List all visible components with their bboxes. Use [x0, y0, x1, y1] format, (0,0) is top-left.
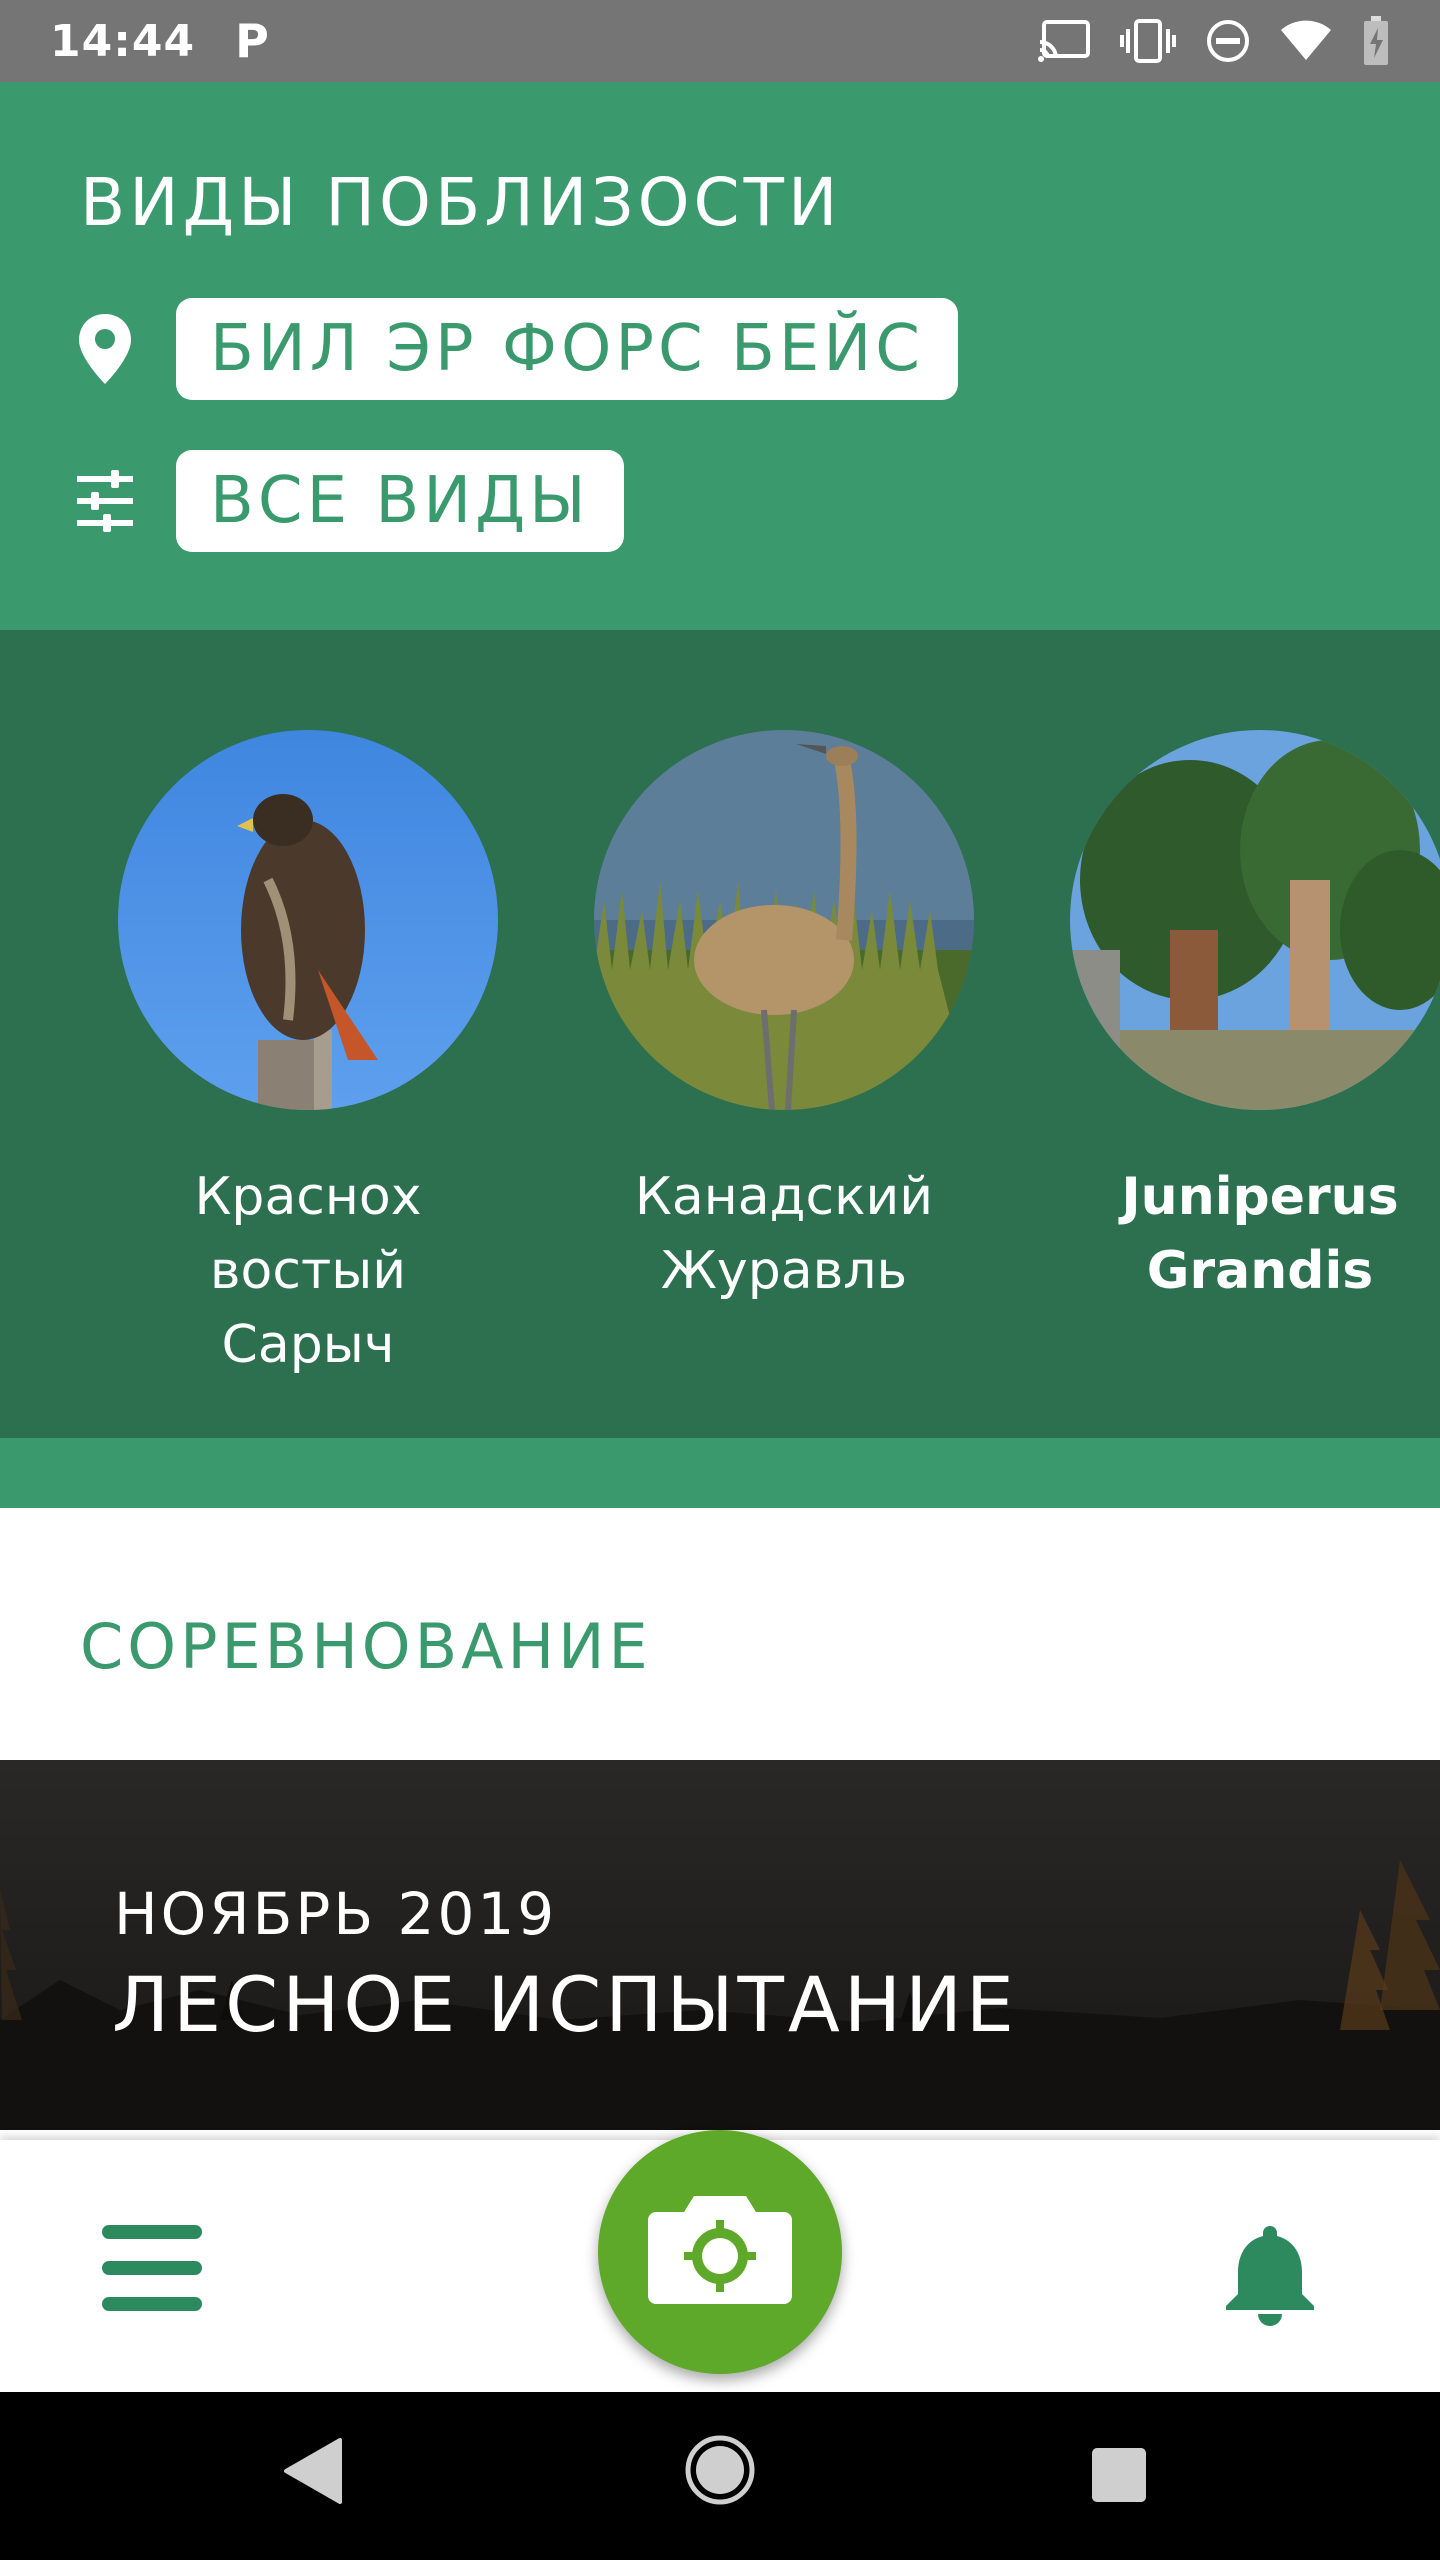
- recent-apps-icon[interactable]: [1090, 2446, 1148, 2508]
- species-card[interactable]: Канадский Журавль: [594, 730, 974, 1308]
- nearby-header: ВИДЫ ПОБЛИЗОСТИ БИЛ ЭР ФОРС БЕЙС ВСЕ ВИД…: [0, 82, 1440, 630]
- hamburger-menu-icon: [102, 2225, 202, 2315]
- location-row: БИЛ ЭР ФОРС БЕЙС: [74, 298, 958, 400]
- cast-icon: [1038, 20, 1090, 62]
- page-title: ВИДЫ ПОБЛИЗОСТИ: [80, 164, 842, 241]
- do-not-disturb-icon: [1206, 19, 1250, 63]
- header-bottom-strip: [0, 1438, 1440, 1508]
- challenge-title: ЛЕСНОЕ ИСПЫТАНИЕ: [112, 1960, 1018, 2049]
- camera-icon: [648, 2196, 792, 2308]
- system-navigation-bar: [0, 2392, 1440, 2560]
- species-filter-chip[interactable]: ВСЕ ВИДЫ: [176, 450, 624, 552]
- hawk-photo: [118, 730, 498, 1110]
- location-pin-icon: [74, 309, 136, 389]
- vibrate-icon: [1120, 19, 1176, 63]
- bell-icon: [1220, 2222, 1320, 2330]
- menu-button[interactable]: [100, 2224, 204, 2316]
- camera-button[interactable]: [598, 2130, 842, 2374]
- status-time: 14:44: [50, 15, 196, 67]
- wifi-icon: [1280, 20, 1332, 62]
- challenge-month: НОЯБРЬ 2019: [114, 1880, 558, 1948]
- species-name: Juniperus Grandis: [1121, 1167, 1399, 1301]
- species-carousel[interactable]: Краснох востый Сарыч Канадский Журавль J…: [0, 630, 1440, 1438]
- crane-photo: [594, 730, 974, 1110]
- filter-row: ВСЕ ВИДЫ: [74, 450, 624, 552]
- juniper-photo: [1070, 730, 1440, 1110]
- species-name: Краснох востый Сарыч: [194, 1167, 422, 1375]
- species-name: Канадский Журавль: [634, 1167, 934, 1301]
- status-bar: 14:44 P: [0, 0, 1440, 82]
- notifications-button[interactable]: [1210, 2216, 1330, 2336]
- species-card[interactable]: Juniperus Grandis: [1070, 730, 1440, 1308]
- challenge-section-title: СОРЕВНОВАНИЕ: [80, 1610, 652, 1683]
- battery-charging-icon: [1362, 16, 1390, 66]
- location-chip[interactable]: БИЛ ЭР ФОРС БЕЙС: [176, 298, 958, 400]
- home-icon[interactable]: [684, 2434, 756, 2510]
- species-card[interactable]: Краснох востый Сарыч: [118, 730, 498, 1382]
- back-icon[interactable]: [280, 2436, 344, 2510]
- filter-sliders-icon: [74, 461, 136, 541]
- challenge-banner[interactable]: НОЯБРЬ 2019 ЛЕСНОЕ ИСПЫТАНИЕ: [0, 1760, 1440, 2130]
- parking-app-icon: P: [235, 14, 269, 68]
